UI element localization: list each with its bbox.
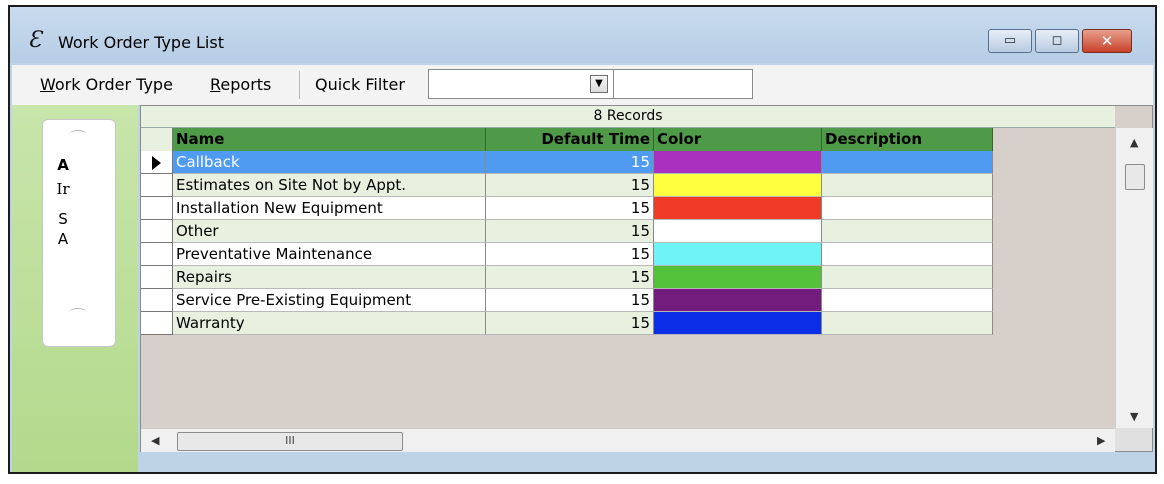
current-row-pointer-icon	[152, 156, 161, 170]
cell-name[interactable]: Installation New Equipment	[173, 197, 486, 220]
record-count: 8 Records	[141, 106, 1115, 128]
table-row[interactable]: Estimates on Site Not by Appt. 15	[141, 174, 993, 197]
row-selector[interactable]	[141, 174, 173, 197]
table-row[interactable]: Other 15	[141, 220, 993, 243]
cell-default-time[interactable]: 15	[486, 243, 654, 266]
vertical-scrollbar[interactable]: ▲ ▼	[1115, 128, 1153, 428]
maximize-icon: ◻	[1051, 33, 1063, 48]
cell-description[interactable]	[822, 266, 993, 289]
cell-description[interactable]	[822, 243, 993, 266]
cell-description[interactable]	[822, 312, 993, 335]
scroll-up-arrow-icon[interactable]: ▲	[1130, 136, 1138, 149]
cell-color[interactable]	[654, 266, 822, 289]
cell-default-time[interactable]: 15	[486, 151, 654, 174]
table-row[interactable]: Warranty 15	[141, 312, 993, 335]
cell-color[interactable]	[654, 289, 822, 312]
minimize-icon: ▭	[1003, 33, 1017, 48]
cell-color[interactable]	[654, 174, 822, 197]
vertical-scroll-thumb[interactable]	[1125, 164, 1145, 190]
cell-color[interactable]	[654, 312, 822, 335]
cell-description[interactable]	[822, 197, 993, 220]
cell-name[interactable]: Service Pre-Existing Equipment	[173, 289, 486, 312]
table-row[interactable]: Installation New Equipment 15	[141, 197, 993, 220]
table-row[interactable]: Callback 15	[141, 151, 993, 174]
horizontal-scrollbar[interactable]: ◀ III ▶	[141, 428, 1115, 452]
cell-default-time[interactable]: 15	[486, 220, 654, 243]
table-row[interactable]: Repairs 15	[141, 266, 993, 289]
cell-name[interactable]: Warranty	[173, 312, 486, 335]
row-selector[interactable]	[141, 220, 173, 243]
scroll-right-arrow-icon[interactable]: ▶	[1097, 434, 1105, 447]
row-selector[interactable]	[141, 197, 173, 220]
scroll-corner	[1115, 428, 1152, 451]
horizontal-scroll-thumb[interactable]: III	[177, 432, 403, 451]
close-button[interactable]: ✕	[1082, 29, 1132, 53]
left-panel: A Ir S A	[12, 105, 138, 472]
chevron-down-icon[interactable]: ▼	[590, 75, 608, 93]
title-bar[interactable]: Ɛ Work Order Type List ▭ ◻ ✕	[10, 7, 1155, 63]
cell-default-time[interactable]: 15	[486, 312, 654, 335]
cell-name[interactable]: Repairs	[173, 266, 486, 289]
cell-name[interactable]: Preventative Maintenance	[173, 243, 486, 266]
column-header-name[interactable]: Name	[173, 128, 486, 151]
quick-filter-label: Quick Filter	[315, 75, 405, 94]
cell-default-time[interactable]: 15	[486, 289, 654, 312]
column-header-color[interactable]: Color	[654, 128, 822, 151]
cell-name[interactable]: Callback	[173, 151, 486, 174]
quick-filter-dropdown[interactable]: ▼	[428, 69, 614, 99]
data-grid[interactable]: 8 Records Name Default Time Color Descri…	[140, 105, 1153, 452]
window: Ɛ Work Order Type List ▭ ◻ ✕ Work Order …	[8, 5, 1157, 474]
side-letter: A	[57, 230, 69, 248]
cell-default-time[interactable]: 15	[486, 197, 654, 220]
scroll-up-icon[interactable]	[69, 130, 87, 139]
header-selector[interactable]	[141, 128, 173, 151]
row-selector[interactable]	[141, 289, 173, 312]
maximize-button[interactable]: ◻	[1035, 29, 1079, 53]
scroll-down-arrow-icon[interactable]: ▼	[1130, 410, 1138, 423]
cell-description[interactable]	[822, 220, 993, 243]
quick-filter-input[interactable]	[613, 69, 753, 99]
cell-default-time[interactable]: 15	[486, 266, 654, 289]
close-icon: ✕	[1100, 32, 1114, 50]
cell-default-time[interactable]: 15	[486, 174, 654, 197]
cell-description[interactable]	[822, 289, 993, 312]
side-letter: A	[57, 156, 69, 174]
side-card: A Ir S A	[42, 119, 116, 347]
scroll-down-icon[interactable]	[69, 308, 87, 317]
row-selector[interactable]	[141, 312, 173, 335]
cell-name[interactable]: Other	[173, 220, 486, 243]
minimize-button[interactable]: ▭	[988, 29, 1032, 53]
column-header-description[interactable]: Description	[822, 128, 993, 151]
cell-name[interactable]: Estimates on Site Not by Appt.	[173, 174, 486, 197]
app-icon: Ɛ	[28, 28, 42, 53]
menu-reports[interactable]: Reports	[210, 75, 271, 94]
menu-separator	[299, 71, 300, 99]
row-selector[interactable]	[141, 151, 173, 174]
menu-bar: Work Order Type Reports Quick Filter ▼	[12, 65, 1153, 105]
cell-color[interactable]	[654, 220, 822, 243]
table-row[interactable]: Preventative Maintenance 15	[141, 243, 993, 266]
cell-description[interactable]	[822, 174, 993, 197]
side-letter: Ir	[56, 180, 70, 198]
cell-color[interactable]	[654, 243, 822, 266]
cell-color[interactable]	[654, 197, 822, 220]
table-row[interactable]: Service Pre-Existing Equipment 15	[141, 289, 993, 312]
row-selector[interactable]	[141, 243, 173, 266]
cell-description[interactable]	[822, 151, 993, 174]
row-selector[interactable]	[141, 266, 173, 289]
menu-work-order-type[interactable]: Work Order Type	[40, 75, 173, 94]
column-header-default-time[interactable]: Default Time	[486, 128, 654, 151]
scroll-left-arrow-icon[interactable]: ◀	[151, 434, 159, 447]
window-title: Work Order Type List	[58, 33, 224, 52]
cell-color[interactable]	[654, 151, 822, 174]
side-letter: S	[58, 210, 68, 228]
